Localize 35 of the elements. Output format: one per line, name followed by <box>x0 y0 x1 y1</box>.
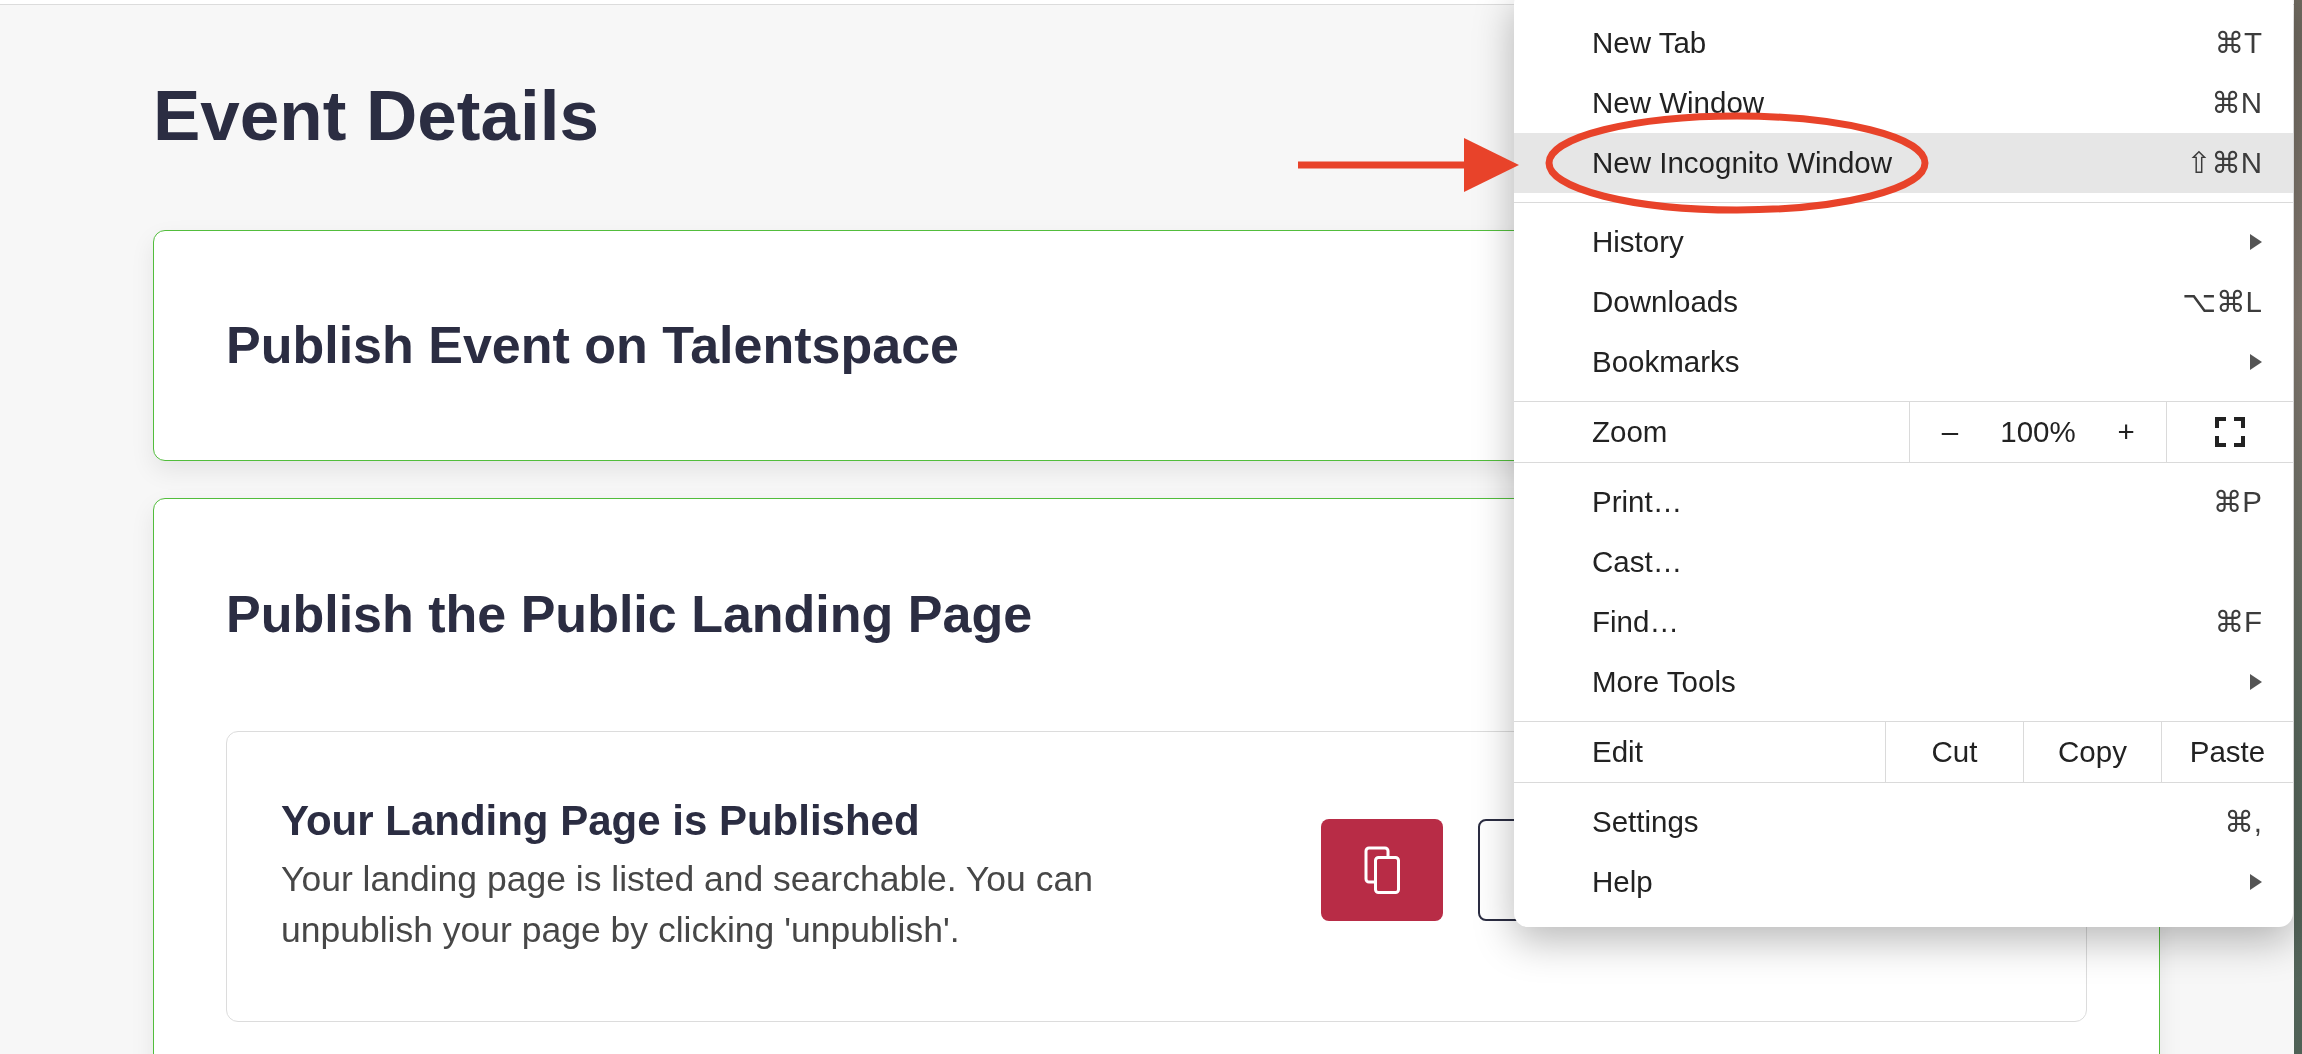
menu-item[interactable]: New Incognito Window ⇧⌘N <box>1514 133 2293 193</box>
keyboard-shortcut: ⌘, <box>2224 803 2262 840</box>
menu-item[interactable]: Settings ⌘, <box>1514 792 2293 852</box>
zoom-label: Zoom <box>1592 413 1668 450</box>
menu-item[interactable]: Find… ⌘F <box>1514 592 2293 652</box>
keyboard-shortcut: ⇧⌘N <box>2186 144 2262 181</box>
copy-button[interactable] <box>1321 819 1443 922</box>
edit-action-button[interactable]: Copy <box>2023 722 2161 782</box>
menu-item[interactable]: More Tools <box>1514 652 2293 712</box>
keyboard-shortcut: ⌘N <box>2211 84 2262 121</box>
zoom-in-button[interactable]: + <box>2086 402 2166 462</box>
keyboard-shortcut: ⌘P <box>2212 483 2262 520</box>
edit-label: Edit <box>1592 733 1643 770</box>
card-title: Publish the Public Landing Page <box>226 585 1033 645</box>
keyboard-shortcut: ⌥⌘L <box>2182 283 2262 320</box>
menu-item[interactable]: History <box>1514 212 2293 272</box>
menu-item[interactable]: Print… ⌘P <box>1514 472 2293 532</box>
notice-text: Your landing page is listed and searchable. You can unpublish your page by clicking 'unpublish'. <box>281 858 1094 953</box>
card-title: Publish Event on Talentspace <box>226 315 959 376</box>
zoom-out-button[interactable]: – <box>1910 402 1990 462</box>
notice-title: Your Landing Page is Published <box>281 796 920 847</box>
fullscreen-icon <box>2215 417 2245 447</box>
edit-action-button[interactable]: Cut <box>1885 722 2023 782</box>
edit-action-button[interactable]: Paste <box>2161 722 2293 782</box>
zoom-level: 100% <box>1999 413 2077 450</box>
keyboard-shortcut: ⌘F <box>2214 603 2262 640</box>
page-title: Event Details <box>153 77 599 156</box>
menu-item[interactable]: Downloads ⌥⌘L <box>1514 272 2293 332</box>
menu-item[interactable]: Help <box>1514 852 2293 912</box>
menu-item[interactable]: New Tab ⌘T <box>1514 13 2293 73</box>
menu-item[interactable]: Cast… <box>1514 532 2293 592</box>
keyboard-shortcut: ⌘T <box>2214 24 2262 61</box>
copy-icon <box>1364 846 1400 895</box>
menu-item[interactable]: New Window ⌘N <box>1514 73 2293 133</box>
menu-item[interactable]: Bookmarks <box>1514 332 2293 392</box>
